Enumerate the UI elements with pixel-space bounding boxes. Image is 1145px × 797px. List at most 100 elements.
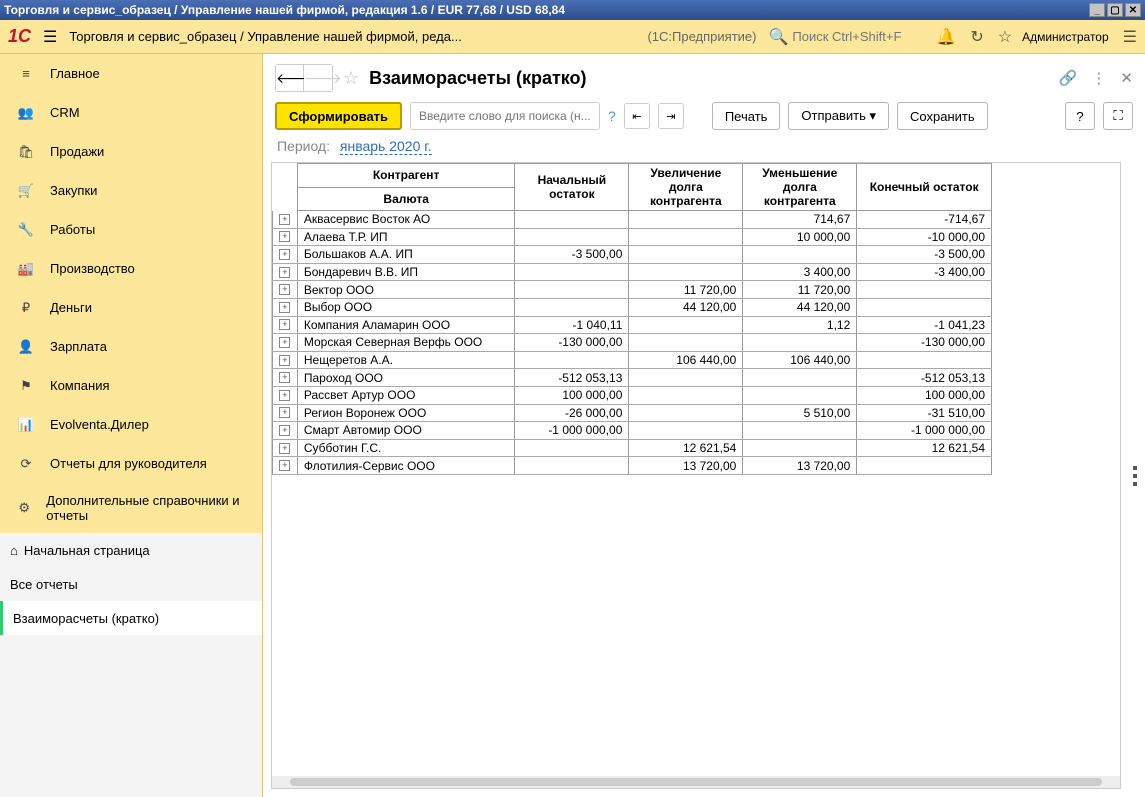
cell-name: Вектор ООО [297, 281, 515, 299]
table-row[interactable]: +Нещеретов А.А.106 440,00106 440,00 [273, 351, 992, 369]
expand-button[interactable]: + [273, 298, 298, 316]
side-panel-toggle[interactable] [1125, 158, 1141, 793]
menu-icon[interactable]: ☰ [43, 27, 57, 47]
sidebar-item-3[interactable]: 🛒Закупки [0, 171, 262, 210]
star-favorite-icon[interactable]: ☆ [998, 27, 1012, 47]
horizontal-scrollbar[interactable] [272, 776, 1120, 788]
expand-button[interactable]: + [273, 316, 298, 334]
print-button[interactable]: Печать [712, 102, 781, 130]
cell-close: -31 510,00 [857, 404, 992, 422]
save-button[interactable]: Сохранить [897, 102, 988, 130]
expand-button[interactable]: + [273, 228, 298, 246]
expand-button[interactable]: + [273, 281, 298, 299]
table-row[interactable]: +Морская Северная Верфь ООО-130 000,00-1… [273, 334, 992, 352]
nav-label: Дополнительные справочники и отчеты [46, 493, 248, 523]
cell-close: -1 041,23 [857, 316, 992, 334]
col-decrease: Уменьшение долга контрагента [743, 164, 857, 211]
cell-open [515, 281, 629, 299]
expand-button[interactable]: + [273, 211, 298, 229]
table-row[interactable]: +Субботин Г.С.12 621,5412 621,54 [273, 439, 992, 457]
cell-inc [629, 422, 743, 440]
collapse-all-button[interactable]: ⇤ [624, 103, 650, 129]
history-icon[interactable]: ↻ [970, 27, 983, 47]
help-button[interactable]: ? [1065, 102, 1095, 130]
sidebar-item-0[interactable]: ≡Главное [0, 54, 262, 93]
expand-button[interactable]: + [273, 422, 298, 440]
table-row[interactable]: +Вектор ООО11 720,0011 720,00 [273, 281, 992, 299]
expand-button[interactable]: + [273, 246, 298, 264]
window-maximize-button[interactable]: ▢ [1107, 3, 1123, 17]
table-row[interactable]: +Смарт Автомир ООО-1 000 000,00-1 000 00… [273, 422, 992, 440]
table-row[interactable]: +Алаева Т.Р. ИП10 000,00-10 000,00 [273, 228, 992, 246]
global-search-input[interactable] [792, 29, 922, 44]
table-row[interactable]: +Компания Аламарин ООО-1 040,111,12-1 04… [273, 316, 992, 334]
cell-inc: 12 621,54 [629, 439, 743, 457]
sidebar-item-4[interactable]: 🔧Работы [0, 210, 262, 249]
help-small-icon[interactable]: ? [608, 108, 616, 124]
favorite-star-icon[interactable]: ☆ [343, 68, 359, 89]
sidebar-item-11[interactable]: ⚙Дополнительные справочники и отчеты [0, 483, 262, 533]
lower-item-1[interactable]: Все отчеты [0, 567, 262, 601]
cell-open: -512 053,13 [515, 369, 629, 387]
window-close-button[interactable]: ✕ [1125, 3, 1141, 17]
expand-button[interactable]: + [273, 386, 298, 404]
table-row[interactable]: +Флотилия-Сервис ООО13 720,0013 720,00 [273, 457, 992, 475]
sidebar-item-10[interactable]: ⟳Отчеты для руководителя [0, 444, 262, 483]
report-table: Контрагент Начальный остаток Увеличение … [272, 163, 992, 475]
more-vertical-icon[interactable]: ⋮ [1091, 69, 1106, 87]
table-row[interactable]: +Аквасервис Восток АО714,67-714,67 [273, 211, 992, 229]
sidebar-item-2[interactable]: 🛍Продажи [0, 132, 262, 171]
table-row[interactable]: +Бондаревич В.В. ИП3 400,00-3 400,00 [273, 263, 992, 281]
expand-all-button[interactable]: ⇥ [658, 103, 684, 129]
cell-close: 12 621,54 [857, 439, 992, 457]
window-minimize-button[interactable]: _ [1089, 3, 1105, 17]
table-row[interactable]: +Регион Воронеж ООО-26 000,005 510,00-31… [273, 404, 992, 422]
nav-label: CRM [50, 105, 80, 120]
lower-label: Начальная страница [24, 543, 150, 558]
cell-open [515, 263, 629, 281]
cell-close [857, 281, 992, 299]
cell-name: Регион Воронеж ООО [297, 404, 515, 422]
sidebar-item-7[interactable]: 👤Зарплата [0, 327, 262, 366]
nav-label: Производство [50, 261, 135, 276]
expand-button[interactable]: + [273, 334, 298, 352]
period-value[interactable]: январь 2020 г. [340, 138, 432, 155]
link-icon[interactable]: 🔗 [1059, 69, 1078, 87]
nav-back-button[interactable]: 🡐 [276, 65, 304, 91]
expand-button[interactable]: + [273, 404, 298, 422]
lower-item-0[interactable]: ⌂Начальная страница [0, 533, 262, 567]
bell-icon[interactable]: 🔔 [936, 27, 956, 47]
table-row[interactable]: +Пароход ООО-512 053,13-512 053,13 [273, 369, 992, 387]
cell-inc: 13 720,00 [629, 457, 743, 475]
generate-button[interactable]: Сформировать [275, 102, 402, 130]
cell-open [515, 439, 629, 457]
nav-label: Зарплата [50, 339, 107, 354]
cell-close [857, 457, 992, 475]
cell-inc [629, 316, 743, 334]
sidebar-item-9[interactable]: 📊Evolventa.Дилер [0, 405, 262, 444]
search-icon[interactable]: 🔍 [768, 27, 788, 47]
expand-button[interactable]: + [273, 263, 298, 281]
close-tab-icon[interactable]: ✕ [1120, 69, 1133, 87]
tools-menu-icon[interactable]: ☰ [1123, 27, 1137, 47]
fullscreen-button[interactable]: ⛶ [1103, 102, 1133, 130]
nav-forward-button[interactable]: 🡒 [304, 65, 332, 91]
window-title-bar: Торговля и сервис_образец / Управление н… [0, 0, 1145, 20]
send-button[interactable]: Отправить ▾ [788, 102, 889, 130]
sidebar-item-6[interactable]: ₽Деньги [0, 288, 262, 327]
sidebar-item-1[interactable]: 👥CRM [0, 93, 262, 132]
expand-button[interactable]: + [273, 457, 298, 475]
user-label[interactable]: Администратор [1022, 30, 1109, 44]
sidebar-item-5[interactable]: 🏭Производство [0, 249, 262, 288]
report-area: Контрагент Начальный остаток Увеличение … [271, 162, 1121, 789]
report-search-input[interactable] [410, 102, 600, 130]
table-row[interactable]: +Большаков А.А. ИП-3 500,00-3 500,00 [273, 246, 992, 264]
table-row[interactable]: +Рассвет Артур ООО100 000,00100 000,00 [273, 386, 992, 404]
expand-button[interactable]: + [273, 369, 298, 387]
expand-button[interactable]: + [273, 351, 298, 369]
sidebar-item-8[interactable]: ⚑Компания [0, 366, 262, 405]
lower-item-2[interactable]: Взаиморасчеты (кратко) [0, 601, 262, 635]
cell-close: -714,67 [857, 211, 992, 229]
expand-button[interactable]: + [273, 439, 298, 457]
table-row[interactable]: +Выбор ООО44 120,0044 120,00 [273, 298, 992, 316]
